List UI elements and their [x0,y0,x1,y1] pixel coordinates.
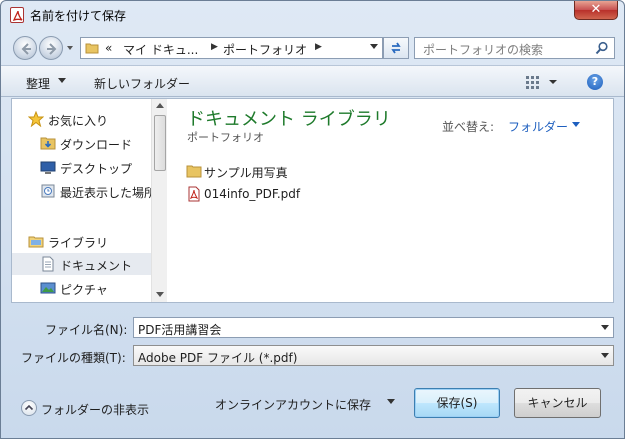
scrollbar-thumb[interactable] [154,115,166,171]
library-subtitle: ポートフォリオ [187,131,264,144]
view-options-icon[interactable] [525,74,561,90]
new-folder-button[interactable]: 新しいフォルダー [94,75,190,92]
folder-icon [186,165,202,178]
address-crumb-portfolio[interactable]: ポートフォリオ [223,41,307,58]
chevron-right-icon[interactable]: ▶ [211,42,218,52]
sort-label: 並べ替え: [442,120,495,134]
nav-item-label: ライブラリ [48,236,109,250]
toolbar: 整理 新しいフォルダー ? [1,65,624,97]
pdf-file-icon [188,186,200,202]
chevron-down-icon[interactable] [58,78,66,84]
nav-item-label: ダウンロード [60,138,133,152]
file-name: サンプル用写真 [204,166,288,180]
save-as-dialog: 名前を付けて保存 ✕ « マイ ドキュ... ▶ ポートフォリオ ▶ ポートフォ… [0,0,625,439]
filename-field[interactable]: PDF活用講習会 [133,317,614,338]
nav-item-pictures[interactable]: ピクチャ [12,277,151,299]
file-list-pane: ドキュメント ライブラリ ポートフォリオ 並べ替え: フォルダー サンプル用写真… [168,99,613,302]
close-button[interactable]: ✕ [574,1,618,20]
filename-value: PDF活用講習会 [138,323,222,337]
search-placeholder: ポートフォリオの検索 [423,43,544,57]
forward-button[interactable] [39,36,63,60]
nav-item-label: デスクトップ [60,162,133,176]
chevron-down-icon[interactable] [601,325,609,331]
library-title: ドキュメント ライブラリ [187,109,391,130]
nav-item-downloads[interactable]: ダウンロード [12,132,151,154]
back-button[interactable] [13,36,37,60]
address-bar[interactable]: « マイ ドキュ... ▶ ポートフォリオ ▶ [80,37,383,59]
chevron-right-icon[interactable]: ▶ [315,42,322,52]
refresh-button[interactable] [383,37,409,59]
help-icon[interactable]: ? [587,74,603,90]
desktop-icon [40,161,56,174]
online-save-button[interactable]: オンラインアカウントに保存 [215,396,371,413]
sort-dropdown[interactable]: フォルダー [508,118,568,135]
title-bar: 名前を付けて保存 ✕ [1,1,624,29]
downloads-icon [40,137,56,150]
filetype-select[interactable]: Adobe PDF ファイル (*.pdf) [133,345,614,366]
filetype-label: ファイルの種類(T): [21,351,126,365]
nav-item-label: ドキュメント [60,259,133,273]
pictures-icon [40,282,56,294]
library-icon [28,236,44,248]
navigation-pane: お気に入り ダウンロード デスクトップ 最近表示した場所 ライブラリ ドキュメン… [12,99,167,302]
nav-pane-scrollbar[interactable] [151,99,167,302]
search-icon[interactable] [595,41,609,55]
chevron-up-icon[interactable] [21,400,37,416]
address-crumb-my-documents[interactable]: マイ ドキュ... [123,41,198,58]
file-browser: お気に入り ダウンロード デスクトップ 最近表示した場所 ライブラリ ドキュメン… [11,98,614,303]
documents-icon [42,256,54,272]
nav-item-library[interactable]: ライブラリ [12,230,151,252]
file-name: 014info_PDF.pdf [204,187,301,201]
folder-icon [85,43,99,54]
recent-pages-dropdown-icon[interactable] [66,44,74,52]
filetype-value: Adobe PDF ファイル (*.pdf) [138,351,298,365]
refresh-icon [391,42,401,54]
filename-label: ファイル名(N): [45,323,128,337]
scroll-down-icon[interactable] [156,292,164,298]
chevron-down-icon[interactable] [387,399,395,405]
nav-item-favorites[interactable]: お気に入り [12,108,151,130]
chevron-down-icon[interactable] [572,122,580,128]
address-overflow[interactable]: « [105,41,112,55]
star-icon [28,111,44,127]
cancel-button[interactable]: キャンセル [514,388,601,418]
chevron-down-icon[interactable] [601,353,609,359]
nav-item-desktop[interactable]: デスクトップ [12,156,151,178]
pdf-app-icon [10,7,24,23]
nav-item-recent-places[interactable]: 最近表示した場所 [12,180,156,202]
address-dropdown-icon[interactable] [370,44,378,50]
hide-folders-label: フォルダーの非表示 [41,403,150,417]
nav-item-label: ピクチャ [60,283,108,297]
search-input[interactable]: ポートフォリオの検索 [414,37,615,59]
nav-item-label: 最近表示した場所 [60,186,157,200]
organize-button[interactable]: 整理 [26,75,50,92]
save-button[interactable]: 保存(S) [414,388,500,418]
nav-item-documents[interactable]: ドキュメント [12,253,151,275]
nav-item-label: お気に入り [48,114,109,128]
window-title: 名前を付けて保存 [30,9,127,23]
scroll-up-icon[interactable] [156,103,164,109]
recent-places-icon [41,184,55,198]
